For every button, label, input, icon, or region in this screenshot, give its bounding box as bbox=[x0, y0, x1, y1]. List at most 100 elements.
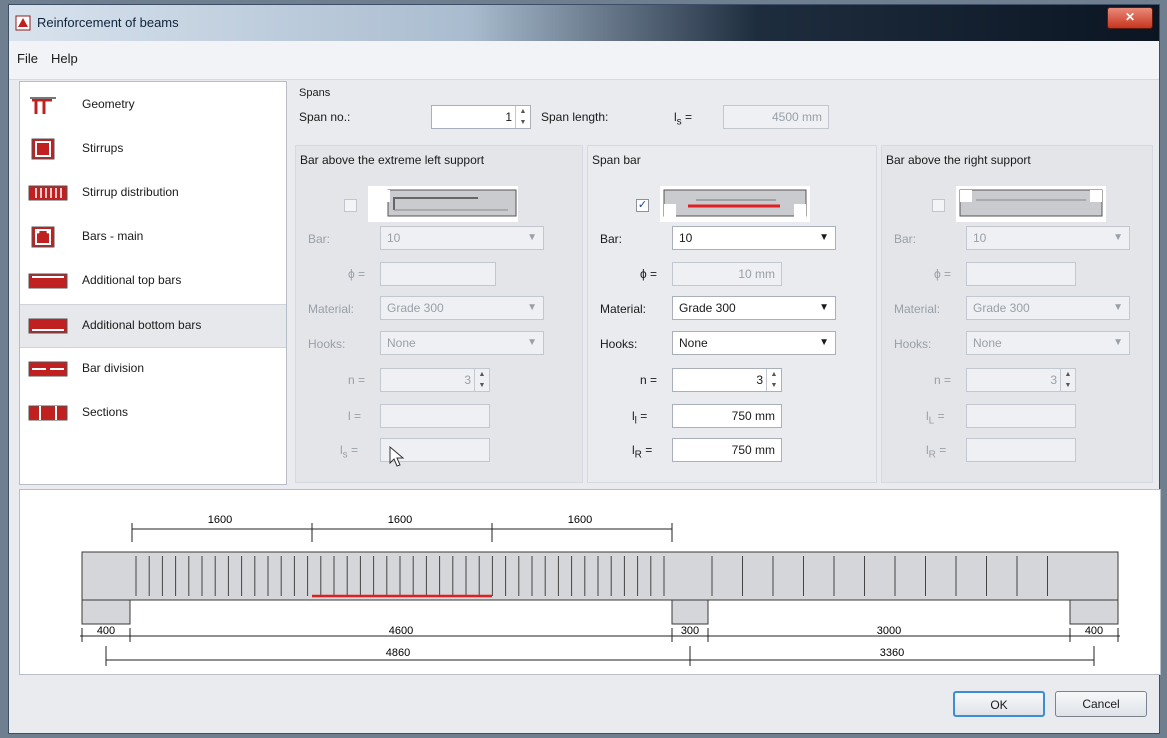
left-bar-select[interactable]: 10 ▼ bbox=[380, 226, 544, 250]
material-label: Material: bbox=[894, 302, 941, 316]
bar-division-icon bbox=[28, 361, 68, 377]
ls-symbol: ls = bbox=[674, 110, 693, 128]
material-label: Material: bbox=[600, 302, 647, 316]
dim-bottom-total-1: 4860 bbox=[386, 647, 410, 659]
close-button[interactable]: ✕ bbox=[1107, 7, 1153, 29]
stirrup-icon bbox=[31, 138, 55, 160]
nav-item-stirrups[interactable]: Stirrups bbox=[20, 128, 286, 170]
stirrup-distribution-icon bbox=[28, 185, 68, 201]
nav-item-sections[interactable]: Sections bbox=[20, 392, 286, 434]
stirrups-span-1 bbox=[135, 556, 665, 596]
nav-item-stirrup-distribution[interactable]: Stirrup distribution bbox=[20, 172, 286, 214]
chevron-down-icon: ▼ bbox=[819, 232, 829, 243]
bar-label: Bar: bbox=[894, 232, 917, 246]
left-material-select[interactable]: Grade 300 ▼ bbox=[380, 296, 544, 320]
nav-item-bar-division[interactable]: Bar division bbox=[20, 348, 286, 390]
nav-label: Geometry bbox=[82, 97, 135, 111]
span-no-stepper[interactable]: 1 ▲ ▼ bbox=[431, 105, 531, 129]
sections-icon bbox=[28, 405, 68, 421]
beam-drawing: 1600 1600 1600 400 4600 300 3000 400 486… bbox=[19, 489, 1161, 675]
spin-arrows-icon[interactable]: ▲ ▼ bbox=[515, 106, 530, 128]
spin-arrows-icon: ▲ ▼ bbox=[1060, 369, 1075, 391]
group-title: Bar above the right support bbox=[886, 153, 1031, 167]
right-n-stepper[interactable]: 3 ▲ ▼ bbox=[966, 368, 1076, 392]
span-no-label: Span no.: bbox=[299, 110, 351, 124]
nav-label: Additional top bars bbox=[82, 273, 182, 287]
nav-item-geometry[interactable]: Geometry bbox=[20, 84, 286, 126]
bottom-bars-panel: Spans Span no.: 1 ▲ ▼ Span length: ls = 4… bbox=[289, 81, 1157, 485]
chevron-down-icon: ▼ bbox=[819, 302, 829, 313]
dialog-window: Reinforcement of beams ✕ File Help Geome… bbox=[8, 4, 1161, 734]
left-n-stepper[interactable]: 3 ▲ ▼ bbox=[380, 368, 490, 392]
bar-label: Bar: bbox=[308, 232, 331, 246]
right-bar-diagram-icon bbox=[956, 186, 1106, 222]
beam-body bbox=[81, 551, 1119, 601]
right-ll-field bbox=[966, 404, 1076, 428]
spin-arrows-icon: ▲ ▼ bbox=[766, 369, 781, 391]
nav-label: Stirrups bbox=[82, 141, 124, 155]
section-list: Geometry Stirrups Stirrup distribution B… bbox=[19, 81, 287, 485]
material-label: Material: bbox=[308, 302, 355, 316]
span-bar-select[interactable]: 10 ▼ bbox=[672, 226, 836, 250]
right-hooks-select[interactable]: None ▼ bbox=[966, 331, 1130, 355]
nav-item-bars-main[interactable]: Bars - main bbox=[20, 216, 286, 258]
bottom-bars-icon bbox=[28, 318, 68, 334]
support-right bbox=[1069, 599, 1119, 625]
mouse-cursor-icon bbox=[389, 446, 405, 467]
lr-label: lR = bbox=[632, 443, 653, 461]
dim-bottom-total-2: 3360 bbox=[880, 647, 904, 659]
phi-label: ϕ = bbox=[348, 267, 366, 281]
chevron-down-icon: ▼ bbox=[1113, 337, 1123, 348]
hooks-label: Hooks: bbox=[894, 337, 932, 351]
title-bar: Reinforcement of beams ✕ bbox=[9, 5, 1159, 41]
span-material-select[interactable]: Grade 300 ▼ bbox=[672, 296, 836, 320]
left-support-group: Bar above the extreme left support Bar: … bbox=[295, 145, 583, 483]
right-phi-field bbox=[966, 262, 1076, 286]
bottom-dimension-line-2 bbox=[105, 646, 1095, 666]
nav-label: Additional bottom bars bbox=[82, 318, 202, 332]
span-ll-field[interactable]: 750 mm bbox=[672, 404, 782, 428]
phi-label: ϕ = bbox=[640, 267, 658, 281]
nav-item-additional-bottom-bars[interactable]: Additional bottom bars bbox=[20, 304, 286, 348]
span-bar-diagram-icon bbox=[660, 186, 810, 222]
right-material-select[interactable]: Grade 300 ▼ bbox=[966, 296, 1130, 320]
menu-file[interactable]: File bbox=[17, 51, 38, 66]
l-label: l = bbox=[348, 409, 362, 423]
dim-top-1: 1600 bbox=[208, 514, 232, 526]
nav-item-additional-top-bars[interactable]: Additional top bars bbox=[20, 260, 286, 302]
dim-bottom-2: 4600 bbox=[389, 625, 413, 637]
cancel-button[interactable]: Cancel bbox=[1055, 691, 1147, 717]
main-bars-icon bbox=[31, 226, 55, 248]
dim-bottom-5: 400 bbox=[1085, 625, 1103, 637]
span-lr-field[interactable]: 750 mm bbox=[672, 438, 782, 462]
dim-bottom-4: 3000 bbox=[877, 625, 901, 637]
chevron-down-icon: ▼ bbox=[819, 337, 829, 348]
close-icon: ✕ bbox=[1124, 10, 1136, 24]
window-title: Reinforcement of beams bbox=[37, 15, 179, 30]
nav-label: Sections bbox=[82, 405, 129, 419]
support-middle bbox=[671, 599, 709, 625]
right-bar-select[interactable]: 10 ▼ bbox=[966, 226, 1130, 250]
chevron-down-icon: ▼ bbox=[527, 337, 537, 348]
span-hooks-select[interactable]: None ▼ bbox=[672, 331, 836, 355]
left-bar-diagram-icon bbox=[368, 186, 518, 222]
app-icon bbox=[15, 15, 31, 31]
nav-label: Bars - main bbox=[82, 229, 144, 243]
top-bars-icon bbox=[28, 273, 68, 289]
ok-button[interactable]: OK bbox=[953, 691, 1045, 717]
span-bar-checkbox[interactable]: ✓ bbox=[636, 199, 649, 212]
menu-bar: File Help bbox=[9, 41, 1159, 80]
right-bar-checkbox[interactable] bbox=[932, 199, 945, 212]
dim-top-2: 1600 bbox=[388, 514, 412, 526]
beam-elevation: 1600 1600 1600 400 4600 300 3000 400 486… bbox=[80, 514, 1120, 666]
chevron-down-icon: ▼ bbox=[1113, 232, 1123, 243]
menu-help[interactable]: Help bbox=[51, 51, 78, 66]
span-n-stepper[interactable]: 3 ▲ ▼ bbox=[672, 368, 782, 392]
chevron-down-icon: ▼ bbox=[1113, 302, 1123, 313]
bottom-dimension-line-1 bbox=[80, 628, 1120, 642]
left-bar-checkbox[interactable] bbox=[344, 199, 357, 212]
n-label: n = bbox=[934, 373, 952, 387]
n-label: n = bbox=[348, 373, 366, 387]
left-hooks-select[interactable]: None ▼ bbox=[380, 331, 544, 355]
ls-label: ls = bbox=[340, 443, 359, 461]
